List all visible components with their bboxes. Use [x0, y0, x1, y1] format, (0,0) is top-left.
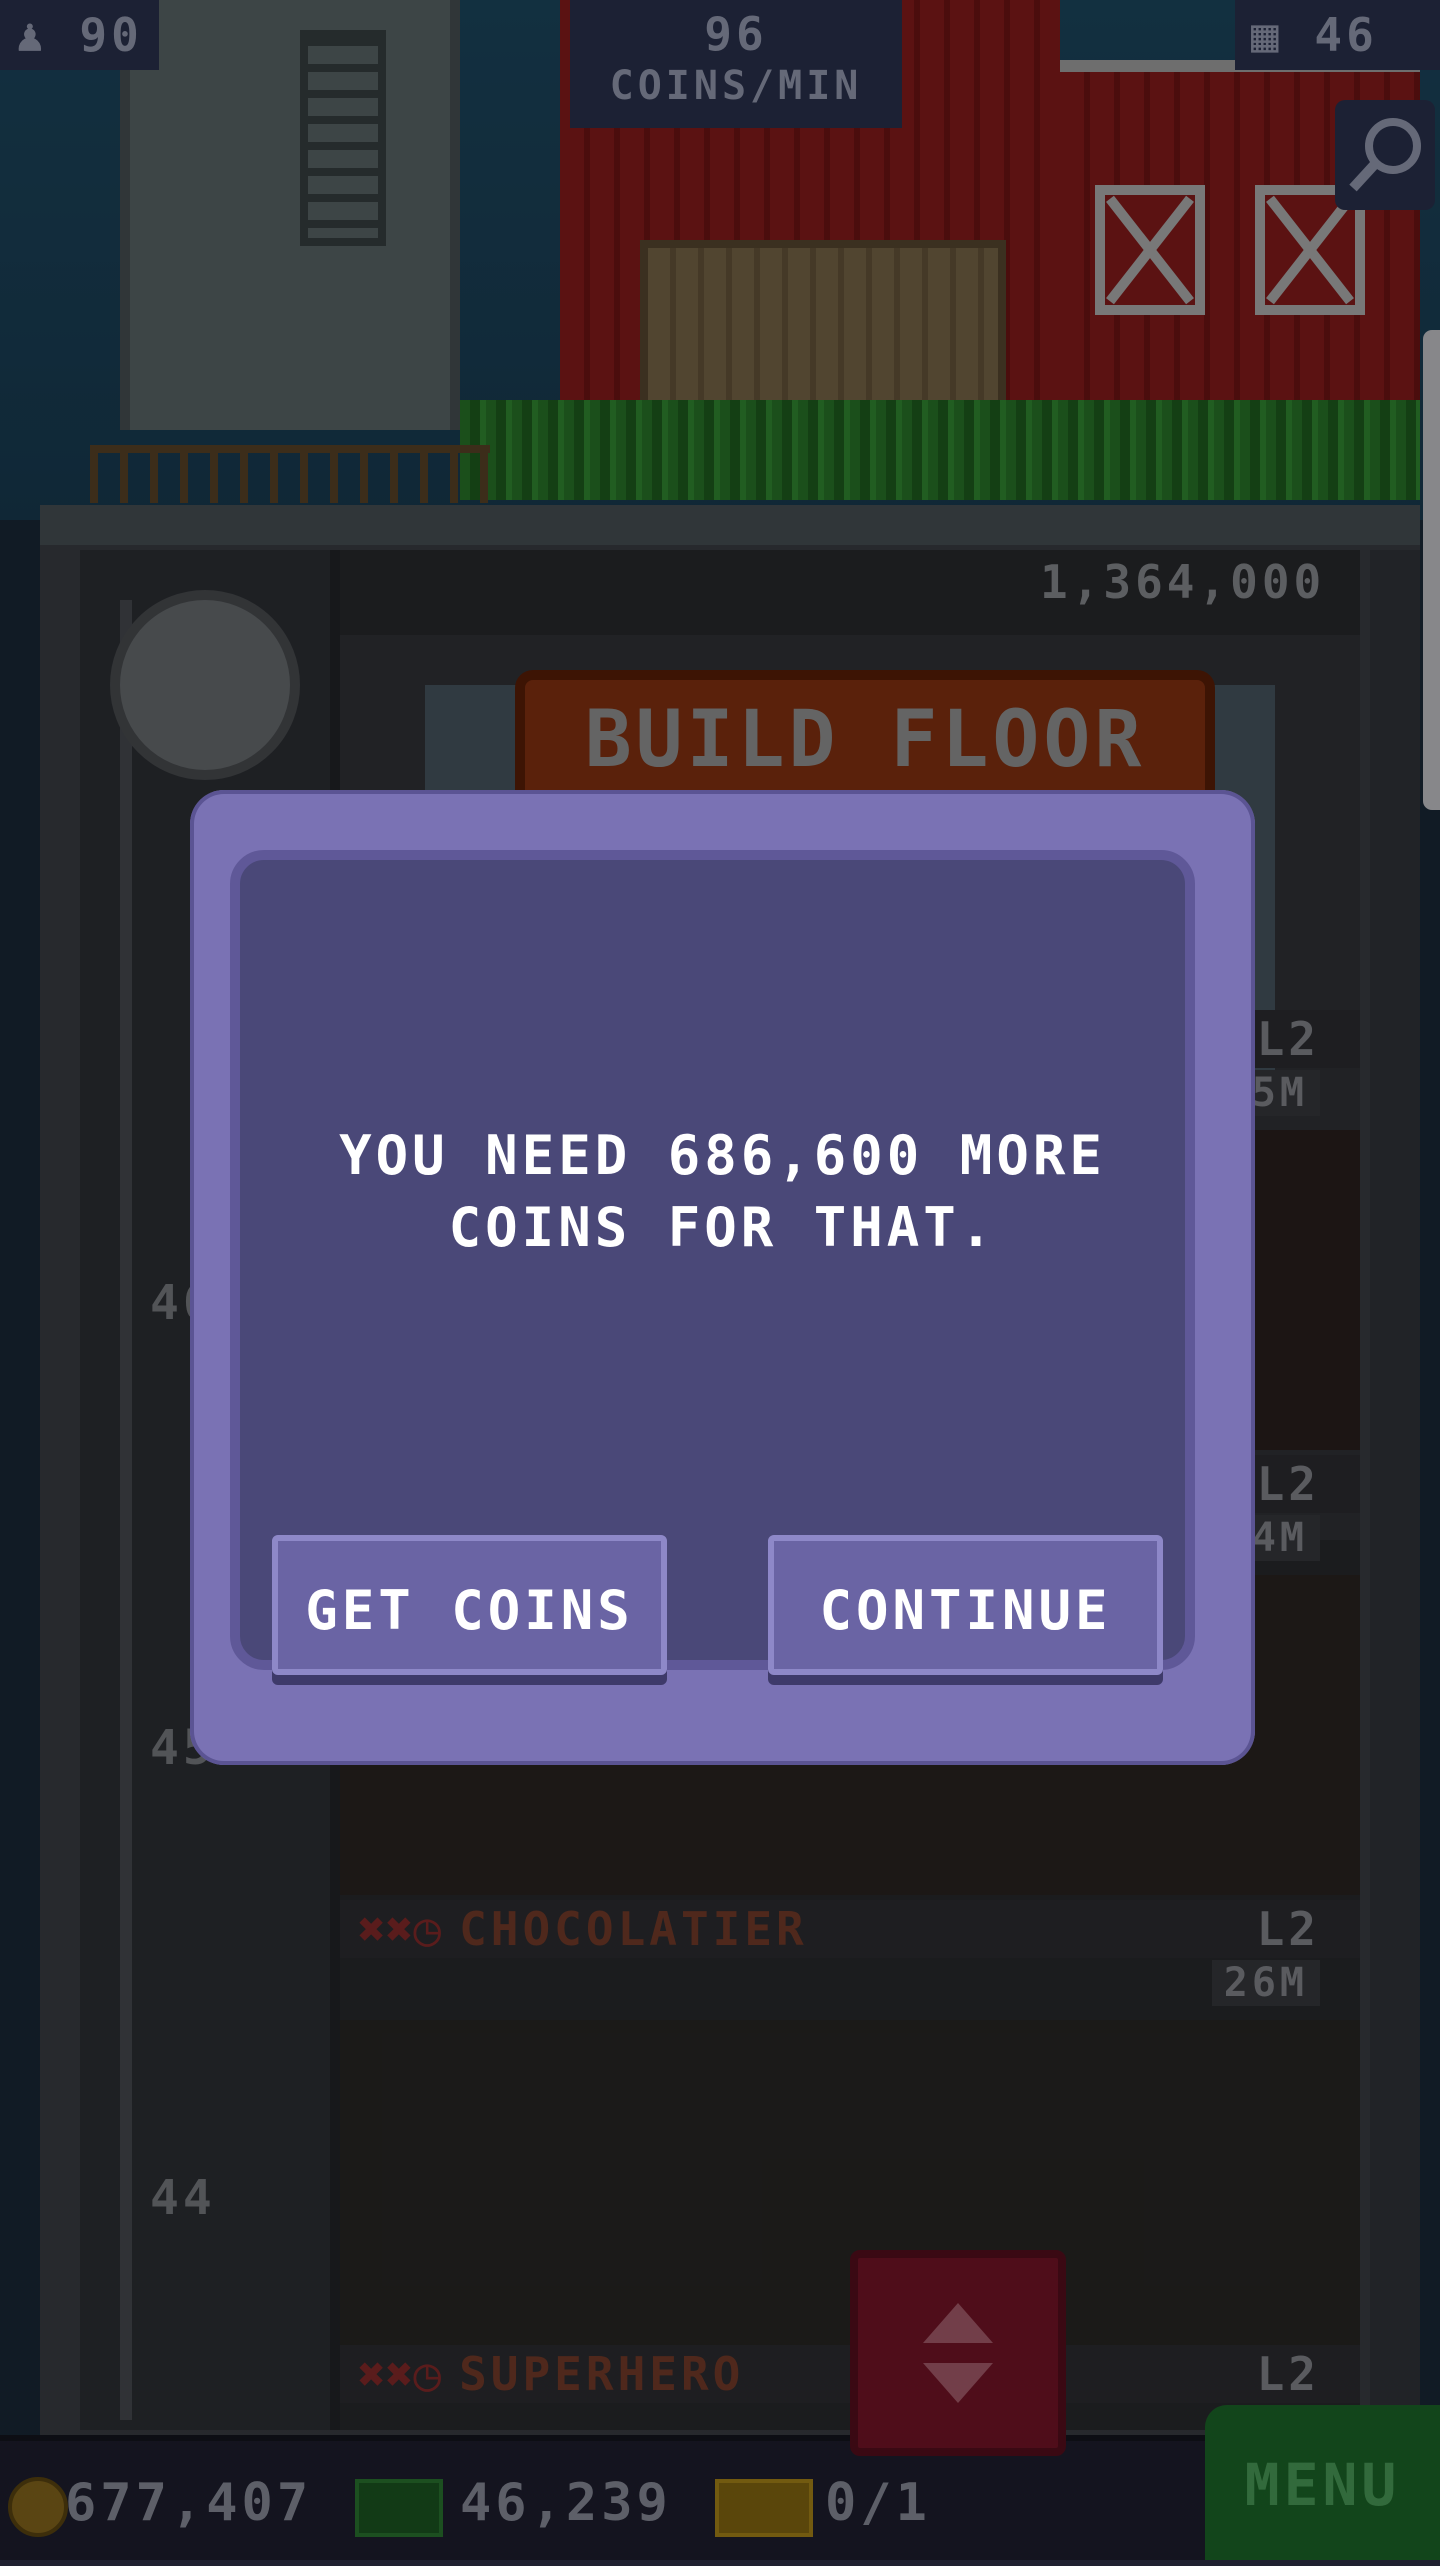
continue-label: CONTINUE: [819, 1579, 1112, 1642]
get-coins-label: GET COINS: [305, 1579, 634, 1642]
dialog-message-line2: COINS FOR THAT.: [448, 1196, 997, 1259]
dialog-message: YOU NEED 686,600 MORE COINS FOR THAT.: [190, 1120, 1255, 1264]
continue-button[interactable]: CONTINUE: [768, 1535, 1163, 1675]
insufficient-coins-dialog: YOU NEED 686,600 MORE COINS FOR THAT. GE…: [190, 790, 1255, 1765]
dialog-message-line1: YOU NEED 686,600 MORE: [339, 1124, 1106, 1187]
get-coins-button[interactable]: GET COINS: [272, 1535, 667, 1675]
